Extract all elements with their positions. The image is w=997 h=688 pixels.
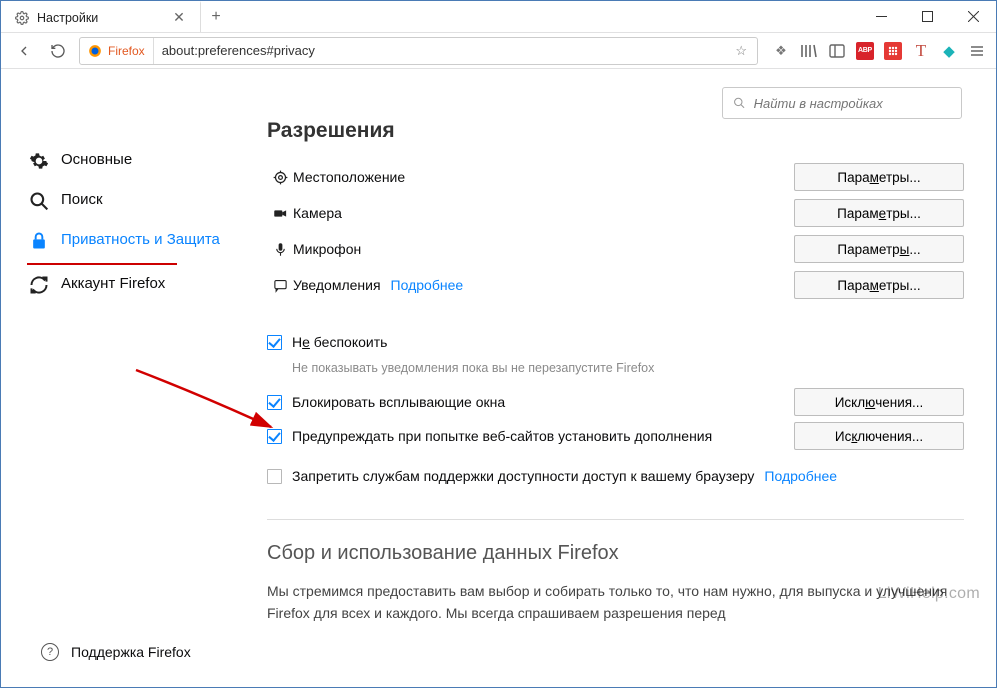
sync-icon bbox=[29, 275, 49, 295]
settings-search bbox=[722, 87, 962, 119]
reload-button[interactable] bbox=[45, 38, 71, 64]
perm-settings-button[interactable]: Параметры... bbox=[794, 163, 964, 191]
sidebar-label: Основные bbox=[61, 151, 132, 170]
exceptions-button[interactable]: Исключения... bbox=[794, 388, 964, 416]
perm-settings-button[interactable]: Параметры... bbox=[794, 235, 964, 263]
perm-row-camera: Камера Параметры... bbox=[267, 195, 964, 231]
extension-shield-icon[interactable]: ◆ bbox=[940, 42, 958, 60]
search-box[interactable] bbox=[722, 87, 962, 119]
search-icon bbox=[29, 191, 49, 211]
learn-more-link[interactable]: Подробнее bbox=[764, 468, 837, 484]
identity-label: Firefox bbox=[108, 44, 145, 58]
perm-row-notifications: Уведомления Подробнее Параметры... bbox=[267, 267, 964, 303]
check-label: Предупреждать при попытке веб-сайтов уст… bbox=[292, 428, 712, 444]
perm-label: Микрофон bbox=[293, 241, 361, 257]
location-icon bbox=[267, 170, 293, 185]
library-icon[interactable] bbox=[800, 42, 818, 60]
learn-more-link[interactable]: Подробнее bbox=[391, 277, 464, 293]
sidebar-item-privacy[interactable]: Приватность и Защита bbox=[25, 221, 225, 261]
perm-label: Местоположение bbox=[293, 169, 405, 185]
sidebar-item-search[interactable]: Поиск bbox=[25, 181, 225, 221]
pocket-icon[interactable]: ❖ bbox=[772, 42, 790, 60]
site-identity[interactable]: Firefox bbox=[80, 38, 154, 64]
extension-t-icon[interactable]: T bbox=[912, 42, 930, 60]
sidebar-label: Приватность и Защита bbox=[61, 231, 220, 250]
gear-icon bbox=[15, 11, 29, 25]
window-controls bbox=[858, 1, 996, 32]
bookmark-star-icon[interactable]: ☆ bbox=[725, 43, 757, 59]
settings-sidebar: Основные Поиск Приватность и Защита Акка… bbox=[25, 141, 225, 305]
menu-button[interactable] bbox=[968, 42, 986, 60]
titlebar: Настройки ✕ + bbox=[1, 1, 996, 33]
camera-icon bbox=[267, 206, 293, 221]
sidebar-label: Аккаунт Firefox bbox=[61, 275, 165, 294]
close-tab-icon[interactable]: ✕ bbox=[172, 11, 186, 25]
checkbox-popup[interactable] bbox=[267, 395, 282, 410]
data-collection-body: Мы стремимся предоставить вам выбор и со… bbox=[267, 581, 964, 624]
sidebar-item-general[interactable]: Основные bbox=[25, 141, 225, 181]
search-input[interactable] bbox=[754, 96, 951, 111]
perm-settings-button[interactable]: Параметры... bbox=[794, 199, 964, 227]
back-button[interactable] bbox=[11, 38, 37, 64]
exceptions-button[interactable]: Исключения... bbox=[794, 422, 964, 450]
perm-row-microphone: Микрофон Параметры... bbox=[267, 231, 964, 267]
perm-label: Уведомления bbox=[293, 277, 381, 293]
extension-red-icon[interactable] bbox=[884, 42, 902, 60]
checkbox-dnd[interactable] bbox=[267, 335, 282, 350]
checkbox-a11y[interactable] bbox=[267, 469, 282, 484]
check-label: Не беспокоить bbox=[292, 334, 387, 350]
url-bar[interactable]: Firefox about:preferences#privacy ☆ bbox=[79, 37, 758, 65]
close-window-button[interactable] bbox=[950, 1, 996, 32]
help-icon: ? bbox=[41, 643, 59, 661]
sidebar-item-account[interactable]: Аккаунт Firefox bbox=[25, 265, 225, 305]
sidebar-toggle-icon[interactable] bbox=[828, 42, 846, 60]
search-icon bbox=[733, 96, 746, 110]
content-area: Основные Поиск Приватность и Защита Акка… bbox=[1, 69, 996, 687]
check-row-addons: Предупреждать при попытке веб-сайтов уст… bbox=[267, 419, 964, 453]
tab-title: Настройки bbox=[37, 11, 164, 25]
support-link[interactable]: ? Поддержка Firefox bbox=[41, 643, 191, 661]
gear-icon bbox=[29, 151, 49, 171]
new-tab-button[interactable]: + bbox=[201, 1, 231, 32]
check-row-popup: Блокировать всплывающие окна Исключения.… bbox=[267, 385, 964, 419]
permissions-title: Разрешения bbox=[267, 119, 964, 143]
abp-icon[interactable]: ABP bbox=[856, 42, 874, 60]
minimize-button[interactable] bbox=[858, 1, 904, 32]
perm-label: Камера bbox=[293, 205, 342, 221]
sidebar-label: Поиск bbox=[61, 191, 103, 210]
navbar: Firefox about:preferences#privacy ☆ ❖ AB… bbox=[1, 33, 996, 69]
check-label: Блокировать всплывающие окна bbox=[292, 394, 505, 410]
main-panel: Разрешения Местоположение Параметры... К… bbox=[267, 119, 964, 687]
toolbar-icons: ❖ ABP T ◆ bbox=[766, 42, 986, 60]
dnd-description: Не показывать уведомления пока вы не пер… bbox=[292, 361, 964, 375]
support-label: Поддержка Firefox bbox=[71, 643, 191, 661]
check-row-a11y: Запретить службам поддержки доступности … bbox=[267, 459, 964, 493]
browser-tab[interactable]: Настройки ✕ bbox=[1, 1, 201, 32]
notification-icon bbox=[267, 278, 293, 293]
check-label: Запретить службам поддержки доступности … bbox=[292, 468, 754, 484]
microphone-icon bbox=[267, 242, 293, 257]
watermark: LiWiHelp.com bbox=[878, 585, 980, 603]
perm-row-location: Местоположение Параметры... bbox=[267, 159, 964, 195]
url-text: about:preferences#privacy bbox=[154, 43, 726, 58]
firefox-icon bbox=[88, 44, 102, 58]
checkbox-addons[interactable] bbox=[267, 429, 282, 444]
data-collection-title: Сбор и использование данных Firefox bbox=[267, 542, 964, 565]
maximize-button[interactable] bbox=[904, 1, 950, 32]
lock-icon bbox=[29, 231, 49, 251]
divider bbox=[267, 519, 964, 520]
check-row-dnd: Не беспокоить bbox=[267, 325, 964, 359]
perm-settings-button[interactable]: Параметры... bbox=[794, 271, 964, 299]
